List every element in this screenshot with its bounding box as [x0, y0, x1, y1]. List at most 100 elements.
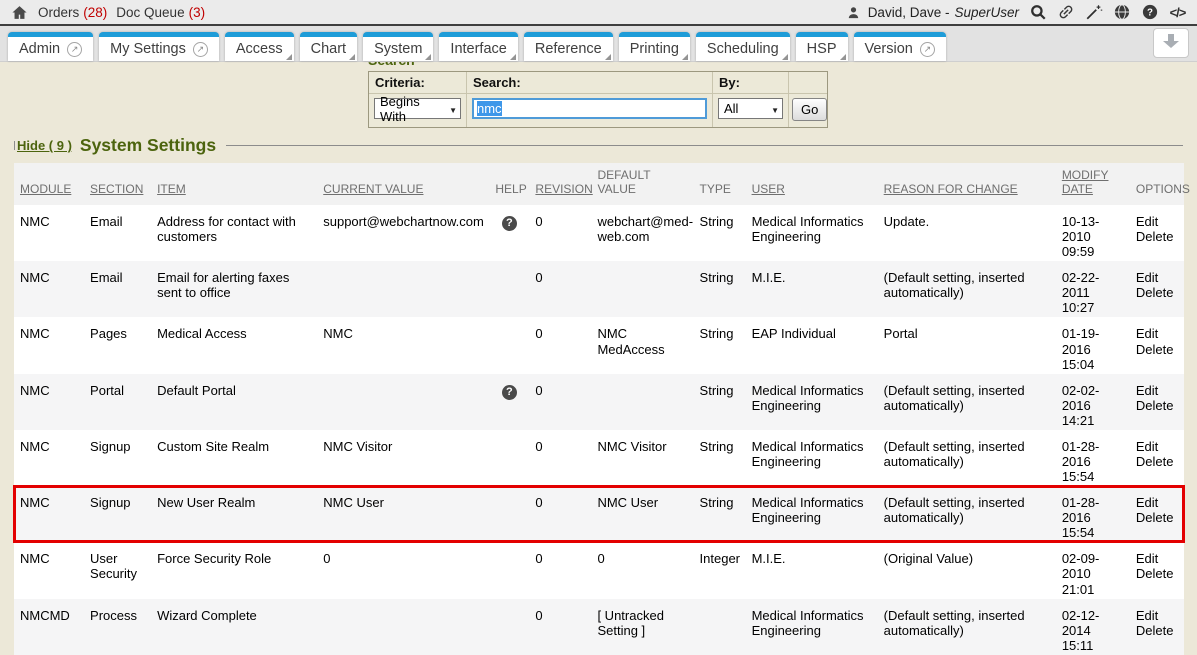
delete-link[interactable]: Delete	[1136, 510, 1178, 525]
column-header-module: MODULE	[14, 163, 84, 205]
cell-default-value	[591, 261, 693, 317]
nav-item-doc-queue[interactable]: Doc Queue (3)	[116, 5, 205, 20]
tab-chart[interactable]: Chart	[300, 32, 357, 61]
column-header-label[interactable]: ITEM	[157, 182, 186, 196]
cell-type: String	[694, 205, 746, 261]
hide-link[interactable]: Hide ( 9 )	[17, 138, 72, 153]
edit-link[interactable]: Edit	[1136, 270, 1178, 285]
tab-label: Printing	[630, 41, 679, 57]
delete-link[interactable]: Delete	[1136, 454, 1178, 469]
globe-icon[interactable]	[1112, 3, 1131, 22]
go-cell: Go	[789, 94, 827, 127]
edit-link[interactable]: Edit	[1136, 608, 1178, 623]
menu-fold-icon	[349, 54, 355, 60]
cell-revision: 0	[529, 542, 591, 598]
cell-reason: (Default setting, inserted automatically…	[878, 374, 1056, 430]
tab-hsp[interactable]: HSP	[796, 32, 848, 61]
help-icon[interactable]	[502, 216, 517, 231]
tab-interface[interactable]: Interface	[439, 32, 517, 61]
edit-link[interactable]: Edit	[1136, 326, 1178, 341]
delete-link[interactable]: Delete	[1136, 342, 1178, 357]
cell-reason: (Default setting, inserted automatically…	[878, 430, 1056, 486]
table-row: NMCSignupNew User RealmNMC User0NMC User…	[14, 486, 1184, 542]
nav-item-orders[interactable]: Orders (28)	[38, 5, 107, 20]
cell-reason: (Default setting, inserted automatically…	[878, 261, 1056, 317]
user-menu[interactable]: David, Dave - SuperUser	[844, 3, 1019, 22]
edit-link[interactable]: Edit	[1136, 439, 1178, 454]
tab-label: Version	[865, 41, 913, 57]
edit-link[interactable]: Edit	[1136, 214, 1178, 229]
tab-reference[interactable]: Reference	[524, 32, 613, 61]
tab-my-settings[interactable]: My Settings	[99, 32, 219, 61]
column-header-label[interactable]: USER	[752, 182, 785, 196]
by-label: By:	[713, 72, 789, 94]
tab-label: Reference	[535, 41, 602, 57]
column-header-item: ITEM	[151, 163, 317, 205]
code-icon[interactable]	[1168, 3, 1187, 22]
delete-link[interactable]: Delete	[1136, 229, 1178, 244]
search-icon[interactable]	[1028, 3, 1047, 22]
column-header-label[interactable]: REVISION	[535, 182, 592, 196]
wand-icon[interactable]	[1084, 3, 1103, 22]
column-header-label: HELP	[495, 182, 526, 196]
help-icon[interactable]: ?	[1140, 3, 1159, 22]
tab-bar-tabs: AdminMy SettingsAccessChartSystemInterfa…	[8, 32, 946, 61]
scroll-down-button[interactable]	[1153, 28, 1189, 58]
svg-text:?: ?	[1147, 7, 1153, 18]
delete-link[interactable]: Delete	[1136, 623, 1178, 638]
cell-module: NMC	[14, 261, 84, 317]
column-header-label[interactable]: MODIFY DATE	[1062, 168, 1109, 196]
menu-fold-icon	[425, 54, 431, 60]
column-header-label: OPTIONS	[1136, 182, 1190, 196]
column-header-label[interactable]: SECTION	[90, 182, 143, 196]
edit-link[interactable]: Edit	[1136, 495, 1178, 510]
criteria-cell: Begins With	[369, 94, 467, 127]
settings-table-head-row: MODULE SECTION ITEM CURRENT VALUE HELP REVISI…	[14, 163, 1184, 205]
menu-fold-icon	[840, 54, 846, 60]
delete-link[interactable]: Delete	[1136, 398, 1178, 413]
external-link-icon[interactable]	[67, 42, 82, 57]
tab-scheduling[interactable]: Scheduling	[696, 32, 790, 61]
search-cell: nmc	[467, 94, 713, 127]
cell-item: Wizard Complete	[151, 599, 317, 655]
external-link-icon[interactable]	[920, 42, 935, 57]
cell-module: NMC	[14, 542, 84, 598]
cell-reason: Portal	[878, 317, 1056, 373]
external-link-icon[interactable]	[193, 42, 208, 57]
cell-revision: 0	[529, 317, 591, 373]
tab-system[interactable]: System	[363, 32, 433, 61]
search-panel-title-clipped: Search	[368, 62, 828, 71]
column-header-label[interactable]: CURRENT VALUE	[323, 182, 423, 196]
tab-label: Scheduling	[707, 41, 779, 57]
home-icon[interactable]	[10, 3, 29, 22]
cell-item: Medical Access	[151, 317, 317, 373]
tab-printing[interactable]: Printing	[619, 32, 690, 61]
menu-fold-icon	[605, 54, 611, 60]
edit-link[interactable]: Edit	[1136, 383, 1178, 398]
delete-link[interactable]: Delete	[1136, 285, 1178, 300]
delete-link[interactable]: Delete	[1136, 566, 1178, 581]
edit-link[interactable]: Edit	[1136, 551, 1178, 566]
tab-version[interactable]: Version	[854, 32, 946, 61]
column-header-label[interactable]: MODULE	[20, 182, 71, 196]
cell-modify-date: 10-13-2010 09:59	[1056, 205, 1130, 261]
criteria-select[interactable]: Begins With	[374, 98, 461, 119]
tab-access[interactable]: Access	[225, 32, 294, 61]
column-header-label[interactable]: REASON FOR CHANGE	[884, 182, 1018, 196]
tab-admin[interactable]: Admin	[8, 32, 93, 61]
doc-queue-count-badge: (3)	[189, 5, 206, 20]
help-icon[interactable]	[502, 385, 517, 400]
search-input[interactable]: nmc	[472, 98, 707, 119]
cell-reason: Update.	[878, 205, 1056, 261]
fieldset-tick	[14, 141, 15, 150]
search-label: Search:	[467, 72, 713, 94]
section-header: Hide ( 9 ) System Settings	[14, 135, 1183, 156]
cell-default-value	[591, 374, 693, 430]
link-icon[interactable]	[1056, 3, 1075, 22]
cell-revision: 0	[529, 205, 591, 261]
cell-options: EditDelete	[1130, 205, 1184, 261]
cell-help	[489, 599, 529, 655]
go-button[interactable]: Go	[792, 98, 827, 121]
column-header-default-value: DEFAULT VALUE	[591, 163, 693, 205]
by-select[interactable]: All	[718, 98, 783, 119]
